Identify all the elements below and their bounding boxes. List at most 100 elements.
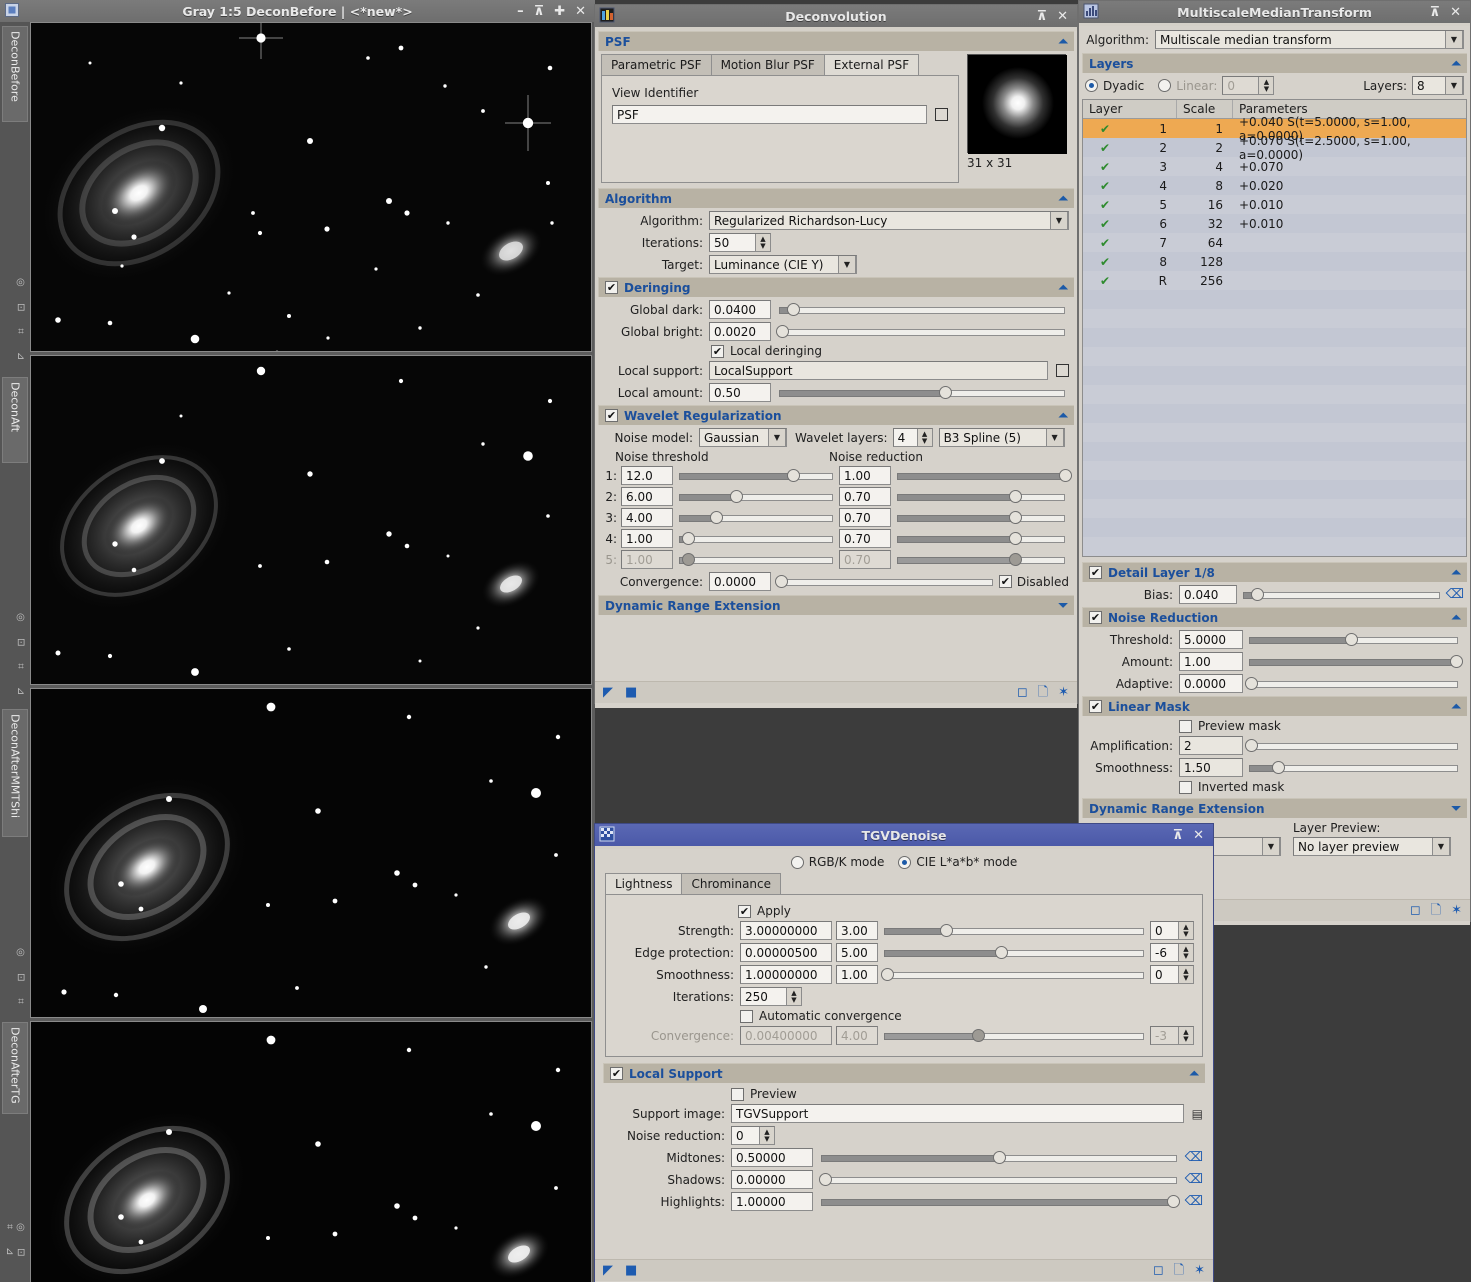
mmt-titlebar[interactable]: MultiscaleMedianTransform ⊼ ✕ (1079, 1, 1470, 23)
layers-count-select[interactable]: 8 ▼ (1412, 76, 1464, 95)
table-row[interactable]: ✔48+0.020 (1083, 176, 1466, 195)
tab-tool-icons[interactable]: ◎ ⊡ ⌗ ⊿ (4, 612, 26, 701)
view-identifier-input[interactable]: PSF (612, 105, 927, 124)
collapse-up-icon[interactable]: ⏶ (1451, 699, 1461, 714)
noise-reduction-slider[interactable] (897, 468, 1065, 484)
new-instance-icon[interactable]: 🗋 (1431, 904, 1441, 917)
galaxy-preview-after-tgv[interactable] (30, 1021, 592, 1282)
collapse-up-icon[interactable]: ⏶ (1058, 191, 1068, 206)
detail-layer-checkbox[interactable]: ✔ (1089, 566, 1102, 579)
apply-square-icon[interactable]: ◻ (1017, 686, 1028, 699)
nr-adaptive-slider[interactable] (1249, 676, 1458, 692)
apply-global-icon[interactable]: ■ (625, 686, 637, 699)
noise-reduction-input[interactable]: 0.70 (839, 550, 891, 569)
galaxy-preview-after-decon[interactable] (30, 355, 592, 685)
tab-motion-blur-psf[interactable]: Motion Blur PSF (711, 54, 825, 75)
layer-enabled-check-icon[interactable]: ✔ (1083, 160, 1127, 174)
global-dark-slider[interactable] (779, 302, 1065, 318)
tgv-convergence-exponent-stepper[interactable]: -3▲▼ (1150, 1026, 1194, 1045)
local-amount-input[interactable]: 0.50 (709, 383, 771, 402)
tab-external-psf[interactable]: External PSF (824, 54, 919, 75)
noise-reduction-section-header[interactable]: ✔ Noise Reduction ⏶ (1082, 607, 1467, 627)
shade-icon[interactable]: ⊼ (1430, 6, 1441, 19)
psf-section-header[interactable]: PSF ⏶ (598, 31, 1074, 51)
apply-global-icon[interactable]: ■ (625, 1264, 637, 1277)
wavelet-checkbox[interactable]: ✔ (605, 409, 618, 422)
apply-square-icon[interactable]: ◻ (1153, 1264, 1164, 1277)
smoothness-exponent-stepper[interactable]: 0▲▼ (1150, 965, 1194, 984)
table-row[interactable]: ✔516+0.010 (1083, 195, 1466, 214)
table-row[interactable]: ✔22+0.070 S(t=2.5000, s=1.00, a=0.0000) (1083, 138, 1466, 157)
linear-radio[interactable] (1158, 79, 1171, 92)
stepper-arrows-icon[interactable]: ▲▼ (759, 1126, 775, 1145)
tab-chrominance[interactable]: Chrominance (681, 873, 781, 894)
stepper-arrows-icon[interactable]: ▲▼ (1258, 76, 1274, 95)
edge-protection-row[interactable]: Edge protection:0.000005005.00-6▲▼ (614, 943, 1194, 962)
smoothness-coarse-input[interactable]: 1.00 (836, 965, 878, 984)
shade-icon[interactable]: ⊼ (1037, 10, 1048, 23)
apply-triangle-icon[interactable]: ◤ (603, 1264, 613, 1277)
midtones-slider[interactable] (821, 1150, 1177, 1166)
tgv-iterations-stepper[interactable]: 250 ▲▼ (740, 987, 802, 1006)
stepper-arrows-icon[interactable]: ▲▼ (1178, 965, 1194, 984)
layer-enabled-check-icon[interactable]: ✔ (1083, 122, 1127, 136)
tab-lightness[interactable]: Lightness (605, 873, 682, 894)
noise-threshold-slider[interactable] (679, 531, 833, 547)
maximize-icon[interactable]: ✚ (554, 5, 565, 18)
tgv-convergence-coarse-input[interactable]: 4.00 (836, 1026, 878, 1045)
smoothness-slider[interactable] (1249, 760, 1458, 776)
tab-parametric-psf[interactable]: Parametric PSF (601, 54, 712, 75)
expand-down-icon[interactable]: ⏷ (1451, 801, 1461, 816)
tgv-tabstrip[interactable]: Lightness Chrominance (595, 873, 1213, 894)
collapse-up-icon[interactable]: ⏶ (1189, 1066, 1199, 1081)
nr-adaptive-input[interactable]: 0.0000 (1179, 674, 1243, 693)
noise-reduction-slider[interactable] (897, 531, 1065, 547)
rgbk-mode-radio[interactable] (791, 856, 804, 869)
noise-threshold-input[interactable]: 12.0 (621, 466, 673, 485)
algorithm-section-header[interactable]: Algorithm ⏶ (598, 188, 1074, 208)
galaxy-preview-before[interactable] (30, 22, 592, 352)
smoothness-row[interactable]: Smoothness:1.000000001.000▲▼ (614, 965, 1194, 984)
collapse-up-icon[interactable]: ⏶ (1058, 280, 1068, 295)
reset-bias-icon[interactable]: ⌫ (1446, 588, 1464, 601)
global-dark-input[interactable]: 0.0400 (709, 300, 771, 319)
shadows-slider[interactable] (821, 1172, 1177, 1188)
noise-threshold-slider[interactable] (679, 510, 833, 526)
table-row[interactable]: ✔632+0.010 (1083, 214, 1466, 233)
noise-threshold-input[interactable]: 6.00 (621, 487, 673, 506)
smoothness-input[interactable]: 1.50 (1179, 758, 1243, 777)
local-support-picker-button[interactable] (1056, 364, 1069, 377)
noise-threshold-input[interactable]: 1.00 (621, 529, 673, 548)
sidebar-item-deconaftermmtshi[interactable]: DeconAfterMMTShi (2, 709, 28, 837)
reset-shadows-icon[interactable]: ⌫ (1185, 1173, 1203, 1186)
noise-reduction-slider[interactable] (897, 510, 1065, 526)
lab-mode-radio[interactable] (898, 856, 911, 869)
table-row[interactable]: ✔764 (1083, 233, 1466, 252)
sidebar-item-deconaft[interactable]: DeconAft (2, 377, 28, 463)
convergence-input[interactable]: 0.0000 (709, 572, 771, 591)
algorithm-select[interactable]: Regularized Richardson-Lucy ▼ (709, 211, 1069, 230)
auto-convergence-checkbox[interactable]: ✔ (740, 1010, 753, 1023)
tgv-local-support-section-header[interactable]: ✔ Local Support ⏶ (603, 1063, 1205, 1083)
reset-icon[interactable]: ✶ (1451, 904, 1462, 917)
mmt-dynamic-range-section-header[interactable]: Dynamic Range Extension ⏷ (1082, 798, 1467, 818)
bias-slider[interactable] (1243, 587, 1440, 603)
stepper-arrows-icon[interactable]: ▲▼ (786, 987, 802, 1006)
reset-icon[interactable]: ✶ (1194, 1264, 1205, 1277)
linear-mask-checkbox[interactable]: ✔ (1089, 700, 1102, 713)
convergence-disabled-checkbox[interactable]: ✔ (999, 575, 1012, 588)
bias-input[interactable]: 0.040 (1179, 585, 1237, 604)
view-picker-button[interactable] (935, 108, 948, 121)
close-icon[interactable]: ✕ (1193, 829, 1204, 842)
dyadic-radio[interactable] (1085, 79, 1098, 92)
convergence-slider[interactable] (779, 574, 993, 590)
support-image-input[interactable]: TGVSupport (731, 1104, 1184, 1123)
smoothness-input[interactable]: 1.00000000 (740, 965, 832, 984)
noise-reduction-input[interactable]: 1.00 (839, 466, 891, 485)
nr-amount-slider[interactable] (1249, 654, 1458, 670)
tgvdenoise-titlebar[interactable]: TGVDenoise ⊼ ✕ (595, 824, 1213, 846)
noise-threshold-input[interactable]: 4.00 (621, 508, 673, 527)
tgv-convergence-slider[interactable] (884, 1028, 1144, 1044)
reset-midtones-icon[interactable]: ⌫ (1185, 1151, 1203, 1164)
edge-protection-coarse-input[interactable]: 5.00 (836, 943, 878, 962)
